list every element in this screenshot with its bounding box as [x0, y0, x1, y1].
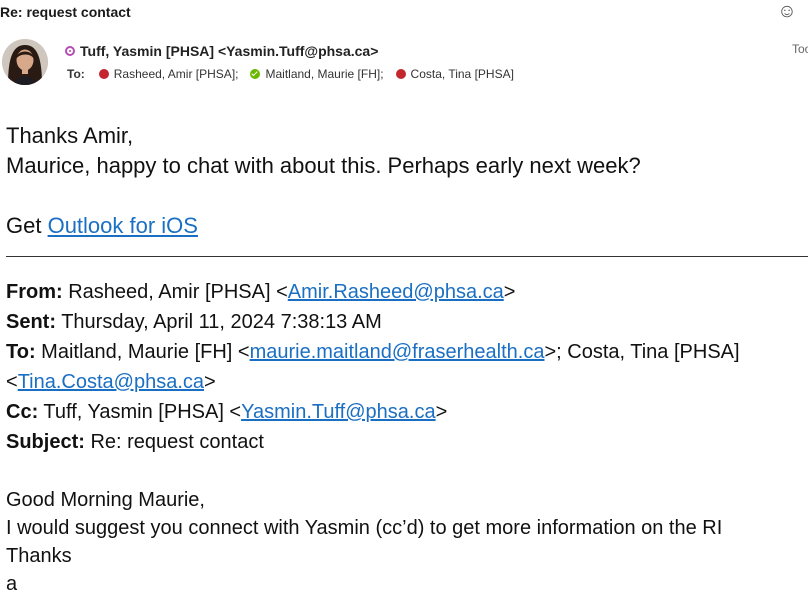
quoted-greeting: Good Morning Maurie, — [6, 489, 205, 511]
to-label: To: — [6, 341, 36, 363]
recipient-name: Rasheed, Amir [PHSA]; — [113, 67, 239, 81]
received-time: Too — [792, 42, 808, 56]
quoted-cc-line: Cc: Tuff, Yasmin [PHSA] <Yasmin.Tuff@phs… — [6, 401, 447, 424]
presence-away-icon — [65, 46, 75, 56]
to-email-link-2[interactable]: Tina.Costa@phsa.ca — [18, 371, 204, 393]
message-line-2: Maurice, happy to chat with about this. … — [6, 153, 641, 178]
quoted-from-line: From: Rasheed, Amir [PHSA] <Amir.Rasheed… — [6, 281, 515, 304]
message-line-1: Thanks Amir, — [6, 123, 134, 148]
recipient-costa-tina[interactable]: Costa, Tina [PHSA] — [395, 67, 514, 81]
quote-divider — [6, 256, 808, 257]
quoted-thanks: Thanks — [6, 545, 72, 567]
from-label: From: — [6, 281, 63, 303]
cc-close: > — [435, 401, 448, 423]
recipient-name: Costa, Tina [PHSA] — [410, 67, 514, 81]
get-prefix: Get — [6, 213, 48, 238]
recipient-rasheed-amir[interactable]: Rasheed, Amir [PHSA]; — [98, 67, 239, 81]
to-recipients-row: To: Rasheed, Amir [PHSA]; Maitland, Maur… — [67, 67, 526, 81]
from-name: Rasheed, Amir [PHSA] < — [62, 281, 288, 303]
outlook-for-ios-link[interactable]: Outlook for iOS — [48, 213, 198, 238]
presence-busy-icon — [98, 69, 109, 79]
subject-label: Subject: — [6, 431, 85, 453]
from-email-link[interactable]: Amir.Rasheed@phsa.ca — [288, 281, 504, 303]
quoted-signoff: a — [6, 573, 18, 595]
sent-label: Sent: — [6, 311, 56, 333]
to-mid: >; Costa, Tina [PHSA] — [544, 341, 740, 363]
from-close: > — [503, 281, 516, 303]
to-email-link-1[interactable]: maurie.maitland@fraserhealth.ca — [250, 341, 545, 363]
quoted-to-line: To: Maitland, Maurie [FH] <maurie.maitla… — [6, 341, 740, 364]
avatar[interactable] — [2, 39, 48, 85]
presence-busy-icon — [395, 69, 406, 79]
email-subject: Re: request contact — [0, 4, 131, 20]
sender-row[interactable]: Tuff, Yasmin [PHSA] <Yasmin.Tuff@phsa.ca… — [65, 43, 378, 59]
recipient-name: Maitland, Maurie [FH]; — [265, 67, 384, 81]
to-label: To: — [67, 67, 85, 81]
cc-label: Cc: — [6, 401, 39, 423]
smiley-icon[interactable]: ☺ — [777, 2, 797, 22]
cc-email-link[interactable]: Yasmin.Tuff@phsa.ca — [241, 401, 435, 423]
to-name-1: Maitland, Maurie [FH] < — [35, 341, 250, 363]
to-close-2: > — [204, 371, 216, 393]
recipient-maitland-maurie[interactable]: Maitland, Maurie [FH]; — [250, 67, 384, 81]
quoted-body: I would suggest you connect with Yasmin … — [6, 517, 723, 539]
quoted-subject-line: Subject: Re: request contact — [6, 431, 264, 454]
avatar-portrait-icon — [2, 39, 48, 85]
to-open-2: < — [6, 371, 18, 393]
quoted-sent-line: Sent: Thursday, April 11, 2024 7:38:13 A… — [6, 311, 382, 334]
sent-value: Thursday, April 11, 2024 7:38:13 AM — [56, 311, 382, 333]
get-outlook-line: Get Outlook for iOS — [6, 213, 198, 239]
sender-name[interactable]: Tuff, Yasmin [PHSA] <Yasmin.Tuff@phsa.ca… — [80, 43, 378, 59]
cc-name: Tuff, Yasmin [PHSA] < — [38, 401, 242, 423]
presence-available-icon — [250, 69, 261, 79]
quoted-to-line-2: <Tina.Costa@phsa.ca> — [6, 371, 216, 394]
subject-value: Re: request contact — [84, 431, 264, 453]
